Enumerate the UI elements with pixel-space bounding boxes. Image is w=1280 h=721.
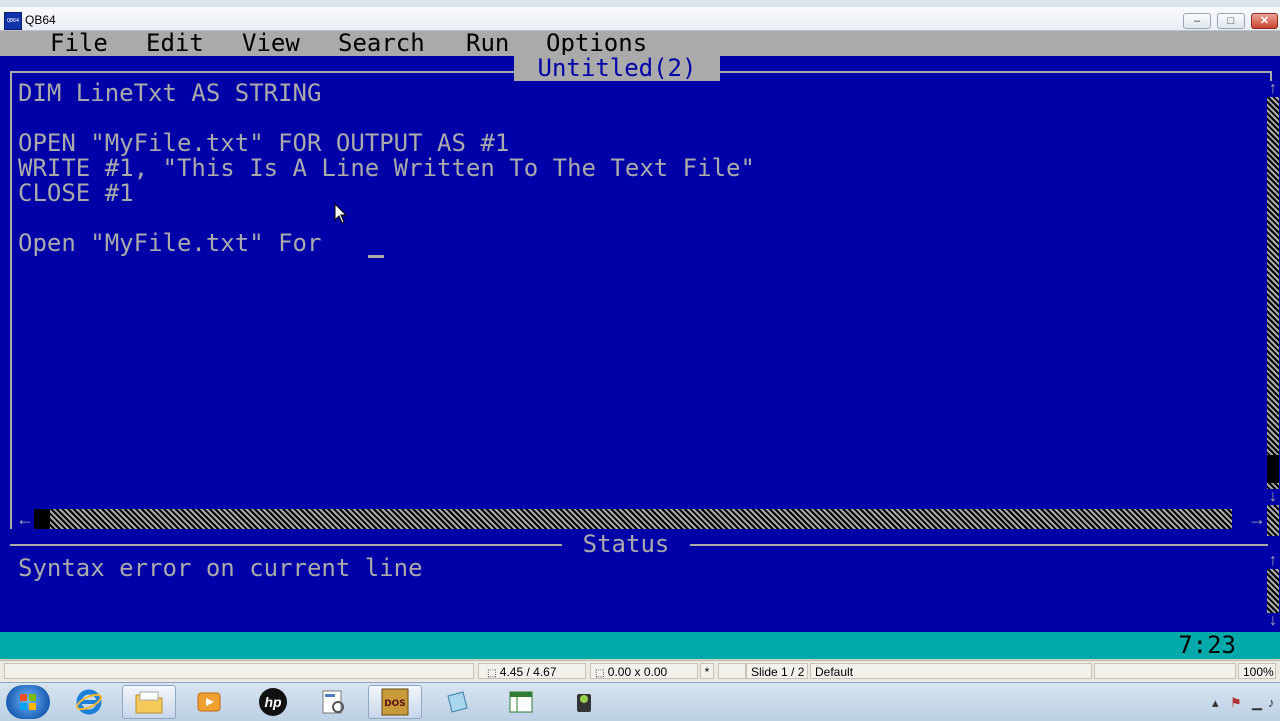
hp-logo-icon: hp (259, 688, 287, 716)
scroll-down-arrow-icon[interactable]: ↓ (1267, 613, 1279, 629)
network-icon[interactable]: ▁ (1252, 695, 1262, 711)
menu-options[interactable]: Options (546, 31, 647, 56)
tray-expand-icon[interactable]: ▴ (1212, 695, 1219, 711)
modified-indicator: * (700, 663, 714, 679)
position-value: 4.45 / 4.67 (499, 665, 557, 679)
folder-icon (135, 691, 163, 714)
scroll-left-arrow-icon[interactable]: ← (16, 509, 34, 529)
position-field: ⬚ 4.45 / 4.67 (478, 663, 586, 679)
scroll-right-arrow-icon[interactable]: → (1248, 509, 1266, 529)
start-button[interactable] (6, 685, 50, 719)
cursor-position: 7:23 (1178, 631, 1236, 659)
taskbar-notepad[interactable] (430, 685, 484, 719)
mouse-pointer-icon (334, 203, 348, 224)
code-line[interactable]: OPEN "MyFile.txt" FOR OUTPUT AS #1 (18, 131, 755, 156)
notepad-icon (447, 691, 468, 713)
taskbar-odf-viewer[interactable] (306, 685, 360, 719)
volume-icon[interactable]: ♪ (1268, 695, 1275, 710)
menu-file[interactable]: File (50, 31, 108, 56)
editor-vertical-scrollbar[interactable] (1267, 81, 1279, 536)
position-icon: ⬚ (487, 668, 497, 679)
window-titlebar: QB64 QB64 – □ ✕ (0, 0, 1280, 31)
menu-run[interactable]: Run (466, 31, 509, 56)
statusbar-blank (4, 663, 474, 679)
taskbar-spreadsheet[interactable] (494, 685, 548, 719)
text-cursor (368, 255, 384, 258)
code-line[interactable]: DIM LineTxt AS STRING (18, 81, 755, 106)
code-line[interactable] (18, 206, 755, 231)
office-statusbar: ⬚ 4.45 / 4.67 ⬚ 0.00 x 0.00 * Slide 1 / … (0, 660, 1280, 682)
minimize-button[interactable]: – (1183, 13, 1211, 29)
taskbar-video-camera[interactable] (558, 685, 612, 719)
taskbar-media-player[interactable] (182, 685, 236, 719)
internet-explorer-icon (76, 689, 102, 715)
video-camera-icon (577, 694, 591, 712)
window-title: QB64 (25, 13, 56, 27)
maximize-button[interactable]: □ (1217, 13, 1245, 29)
taskbar-file-explorer[interactable] (122, 685, 176, 719)
zoom-slider[interactable] (1094, 663, 1236, 679)
scroll-up-arrow-icon[interactable]: ↑ (1267, 81, 1279, 97)
menu-search[interactable]: Search (338, 31, 425, 56)
taskbar-hp[interactable]: hp (246, 685, 300, 719)
menu-view[interactable]: View (242, 31, 300, 56)
menu-bar: File Edit View Search Run Options (0, 31, 1280, 56)
scroll-thumb[interactable] (34, 509, 50, 529)
code-line[interactable]: CLOSE #1 (18, 181, 755, 206)
media-player-icon (197, 692, 221, 712)
svg-text:DOS: DOS (384, 699, 406, 709)
title-strip (0, 0, 1280, 7)
status-title: Status (562, 531, 690, 557)
code-line[interactable] (18, 106, 755, 131)
slide-indicator: Slide 1 / 2 (746, 663, 808, 679)
scroll-up-arrow-icon[interactable]: ↑ (1267, 553, 1279, 569)
qb64-app-icon: QB64 (4, 12, 22, 30)
windows-taskbar: hp DOS ▴ ⚑ ▁ ♪ (0, 682, 1280, 721)
ide-bottom-bar: 7:23 (0, 632, 1280, 659)
code-line[interactable]: Open "MyFile.txt" For (18, 231, 755, 256)
editor-title: Untitled(2) (514, 55, 720, 81)
status-message: Syntax error on current line (18, 554, 423, 582)
qb64-ide: File Edit View Search Run Options Untitl… (0, 31, 1280, 659)
close-button[interactable]: ✕ (1251, 13, 1278, 29)
size-icon: ⬚ (595, 668, 605, 679)
svg-text:hp: hp (264, 694, 282, 710)
scroll-thumb[interactable] (1267, 455, 1279, 483)
scroll-down-arrow-icon[interactable]: ↓ (1267, 489, 1279, 505)
zoom-level[interactable]: 100% (1238, 663, 1276, 679)
code-line[interactable]: WRITE #1, "This Is A Line Written To The… (18, 156, 755, 181)
statusbar-blank (718, 663, 746, 679)
size-field: ⬚ 0.00 x 0.00 (590, 663, 698, 679)
spreadsheet-icon (509, 691, 533, 713)
scroll-track[interactable] (50, 509, 1232, 529)
document-viewer-icon (322, 690, 344, 714)
taskbar-dosbox[interactable]: DOS (368, 685, 422, 719)
action-center-icon[interactable]: ⚑ (1230, 695, 1242, 711)
taskbar-internet-explorer[interactable] (62, 685, 116, 719)
windows-logo-icon (20, 694, 36, 710)
size-value: 0.00 x 0.00 (607, 665, 668, 679)
dosbox-icon: DOS (381, 688, 409, 716)
horizontal-scrollbar[interactable]: ← → (16, 507, 1268, 531)
system-tray: ▴ ⚑ ▁ ♪ (1160, 683, 1280, 721)
code-editor[interactable]: DIM LineTxt AS STRING OPEN "MyFile.txt" … (18, 81, 755, 256)
menu-edit[interactable]: Edit (146, 31, 204, 56)
layout-name: Default (810, 663, 1092, 679)
